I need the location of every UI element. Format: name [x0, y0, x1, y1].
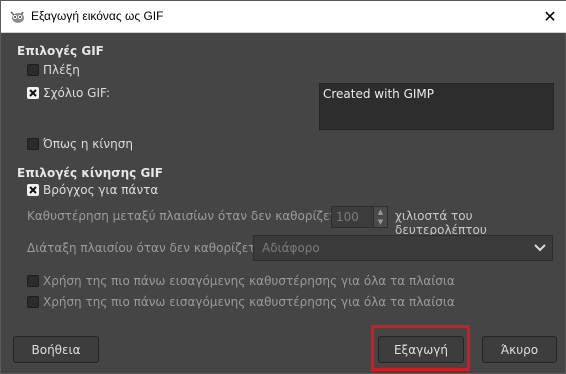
interlace-label: Πλέξη: [43, 63, 80, 77]
delay-unit-label: χιλιοστά του δευτερολέπτου: [395, 209, 487, 237]
export-gif-dialog: Εξαγωγή εικόνας ως GIF ✕ Επιλογές GIF Πλ…: [0, 0, 566, 374]
checkmark-icon: [29, 186, 37, 194]
close-button[interactable]: ✕: [533, 1, 566, 32]
as-animation-checkbox[interactable]: [27, 138, 39, 150]
spin-down-icon[interactable]: ▼: [374, 217, 387, 227]
cancel-button[interactable]: Άκυρο: [482, 336, 557, 363]
delay-label: Καθυστέρηση μεταξύ πλαισίων όταν δεν καθ…: [27, 209, 353, 223]
use-delay-checkbox[interactable]: [27, 275, 39, 287]
use-disposal-label: Χρήση της πιο πάνω εισαγόμενης καθυστέρη…: [43, 295, 455, 309]
as-animation-label: Όπως η κίνηση: [43, 137, 133, 151]
checkmark-icon: [29, 89, 37, 97]
disposal-label: Διάταξη πλαισίου όταν δεν καθορίζεται:: [27, 241, 272, 255]
interlace-checkbox-row[interactable]: Πλέξη: [27, 62, 80, 78]
loop-checkbox-row[interactable]: Βρόγχος για πάντα: [27, 182, 158, 198]
disposal-select[interactable]: Αδιάφορο: [253, 235, 553, 261]
help-button[interactable]: Βοήθεια: [13, 336, 99, 363]
window-title: Εξαγωγή εικόνας ως GIF: [31, 9, 164, 23]
gif-options-heading: Επιλογές GIF: [17, 44, 104, 58]
gimp-icon: [10, 11, 24, 23]
use-disposal-checkbox[interactable]: [27, 296, 39, 308]
loop-checkbox[interactable]: [27, 184, 39, 196]
comment-checkbox-row[interactable]: Σχόλιο GIF:: [27, 85, 110, 101]
comment-checkbox[interactable]: [27, 87, 39, 99]
use-delay-checkbox-row[interactable]: Χρήση της πιο πάνω εισαγόμενης καθυστέρη…: [27, 273, 455, 289]
chevron-down-icon: [534, 244, 546, 252]
animation-options-heading: Επιλογές κίνησης GIF: [17, 166, 163, 180]
title-bar: Εξαγωγή εικόνας ως GIF ✕: [1, 1, 566, 33]
spin-up-icon[interactable]: ▲: [374, 207, 387, 217]
delay-spinbox[interactable]: 100 ▲ ▼: [331, 206, 388, 228]
comment-label: Σχόλιο GIF:: [43, 86, 111, 100]
as-animation-checkbox-row[interactable]: Όπως η κίνηση: [27, 136, 133, 152]
disposal-value: Αδιάφορο: [262, 241, 320, 255]
use-delay-label: Χρήση της πιο πάνω εισαγόμενης καθυστέρη…: [43, 274, 455, 288]
interlace-checkbox[interactable]: [27, 64, 39, 76]
close-icon: ✕: [543, 7, 557, 26]
delay-value: 100: [336, 210, 359, 224]
comment-textarea[interactable]: Created with GIMP: [319, 83, 554, 130]
use-disposal-checkbox-row[interactable]: Χρήση της πιο πάνω εισαγόμενης καθυστέρη…: [27, 294, 455, 310]
loop-label: Βρόγχος για πάντα: [43, 183, 159, 197]
export-button-highlight: [371, 325, 470, 371]
spin-arrows[interactable]: ▲ ▼: [373, 207, 387, 227]
